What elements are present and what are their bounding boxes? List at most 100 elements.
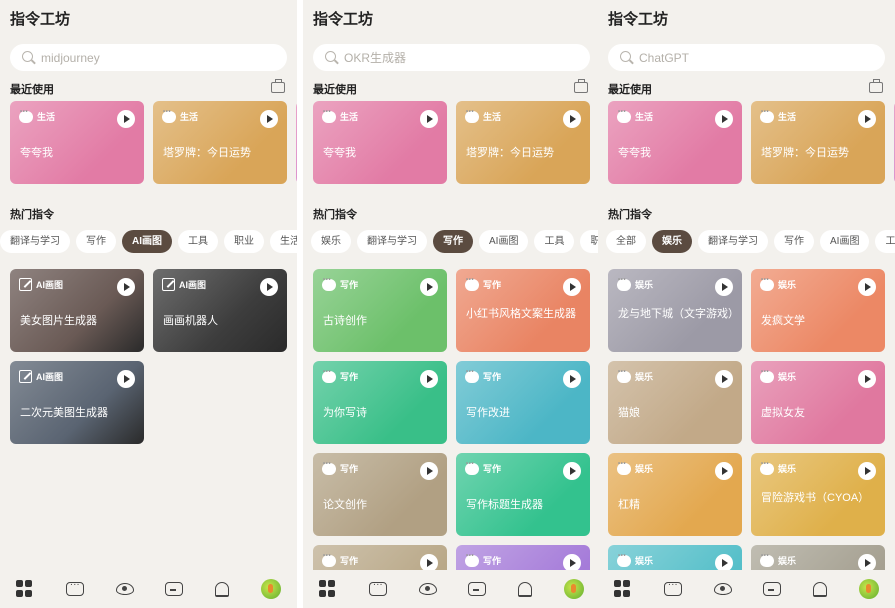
eye-icon[interactable] [418,583,437,595]
play-icon[interactable] [715,110,733,128]
home-icon[interactable] [15,580,34,598]
command-card[interactable]: 娱乐 龙与地下城（文字游戏） [608,269,742,352]
category-tab[interactable]: 娱乐 [652,230,692,253]
command-card[interactable]: 写作 写作标题生成器 [456,453,590,536]
toolbox-icon[interactable] [271,79,285,93]
chat-icon [465,109,479,123]
card-tag: 生活 [162,109,198,123]
play-icon[interactable] [420,110,438,128]
play-icon[interactable] [117,278,135,296]
command-card[interactable]: 写作 为你写诗 [313,361,447,444]
play-icon[interactable] [858,462,876,480]
command-card[interactable]: 生活 塔罗牌：今日运势 [751,101,885,184]
card-tag-label: 娱乐 [635,280,654,290]
avatar[interactable] [564,579,585,599]
category-tab[interactable]: 工具 [534,230,575,253]
command-card[interactable]: 娱乐 发疯文学 [751,269,885,352]
message-icon[interactable] [368,579,387,596]
card-tag: 娱乐 [760,277,796,291]
category-tab[interactable]: AI画图 [479,230,529,253]
category-tab[interactable]: 翻译与学习 [698,230,768,253]
category-tab[interactable]: AI画图 [820,230,870,253]
play-icon[interactable] [117,110,135,128]
command-card[interactable]: AI画图 美女图片生成器 [10,269,144,352]
command-card[interactable]: 生活 塔罗牌：今日运势 [456,101,590,184]
avatar[interactable] [261,579,282,599]
play-icon[interactable] [563,110,581,128]
command-card[interactable]: 生活 夸夸我 [313,101,447,184]
play-icon[interactable] [858,278,876,296]
eye-icon[interactable] [713,583,732,595]
toolbox-icon[interactable] [869,79,883,93]
category-tab[interactable]: 翻译与学习 [0,230,70,253]
play-icon[interactable] [858,370,876,388]
command-card[interactable]: AI画图 二次元美图生成器 [10,361,144,444]
category-tab[interactable]: 职业 [224,230,264,253]
category-tab[interactable]: AI画图 [122,230,172,253]
avatar[interactable] [859,579,880,599]
search-bar[interactable] [313,44,590,71]
category-tab[interactable]: 工 [875,230,895,253]
bell-icon[interactable] [518,581,533,597]
play-icon[interactable] [563,278,581,296]
command-grid: 娱乐 龙与地下城（文字游戏） 娱乐 发疯文学 娱乐 猫娘 娱乐 [608,269,885,608]
command-card[interactable]: 娱乐 杠精 [608,453,742,536]
bell-icon[interactable] [215,581,230,597]
play-icon[interactable] [420,370,438,388]
command-card[interactable]: 写作 写作改进 [456,361,590,444]
home-icon[interactable] [318,580,337,598]
play-icon[interactable] [858,110,876,128]
chat-icon [760,553,774,567]
command-grid: AI画图 美女图片生成器 AI画图 画画机器人 AI画图 二次元美图生成器 [10,269,287,444]
command-card[interactable]: 写作 小红书风格文案生成器 [456,269,590,352]
search-input[interactable] [41,50,241,65]
bell-icon[interactable] [813,581,828,597]
play-icon[interactable] [563,462,581,480]
command-card[interactable]: 生活 夸夸我 [10,101,144,184]
play-icon[interactable] [420,278,438,296]
category-tab[interactable]: 娱乐 [311,230,351,253]
command-card[interactable]: 娱乐 猫娘 [608,361,742,444]
play-icon[interactable] [260,278,278,296]
command-card[interactable]: AI画图 画画机器人 [153,269,287,352]
category-tab[interactable]: 翻译与学习 [357,230,427,253]
search-bar[interactable] [608,44,885,71]
bot-icon[interactable] [763,582,782,596]
card-tag: 娱乐 [760,369,796,383]
command-card[interactable]: 写作 古诗创作 [313,269,447,352]
play-icon[interactable] [117,370,135,388]
card-tag: 娱乐 [617,277,654,291]
search-input[interactable] [344,50,544,65]
play-icon[interactable] [420,462,438,480]
command-card[interactable]: 生活 塔罗牌：今日运势 [153,101,287,184]
eye-icon[interactable] [115,583,134,595]
search-bar[interactable] [10,44,287,71]
bot-icon[interactable] [468,582,487,596]
command-card[interactable] [296,101,297,184]
category-tab[interactable]: 写作 [76,230,116,253]
message-icon[interactable] [663,579,682,596]
card-tag: 写作 [322,369,358,383]
command-card[interactable]: 写作 论文创作 [313,453,447,536]
play-icon[interactable] [715,370,733,388]
category-tab[interactable]: 全部 [606,230,646,253]
category-tab[interactable]: 写作 [774,230,814,253]
play-icon[interactable] [715,462,733,480]
card-tag: AI画图 [162,278,206,291]
play-icon[interactable] [715,278,733,296]
command-card[interactable]: 生活 夸夸我 [608,101,742,184]
card-tag-label: 写作 [340,280,359,290]
bot-icon[interactable] [165,582,184,596]
category-tab[interactable]: 生活 [270,230,297,253]
chat-icon [322,369,336,383]
play-icon[interactable] [260,110,278,128]
toolbox-icon[interactable] [574,79,588,93]
message-icon[interactable] [65,579,84,596]
command-card[interactable]: 娱乐 虚拟女友 [751,361,885,444]
category-tab[interactable]: 工具 [178,230,218,253]
home-icon[interactable] [613,580,632,598]
search-input[interactable] [639,50,839,65]
play-icon[interactable] [563,370,581,388]
category-tab[interactable]: 写作 [433,230,473,253]
command-card[interactable]: 娱乐 冒险游戏书（CYOA） [751,453,885,536]
